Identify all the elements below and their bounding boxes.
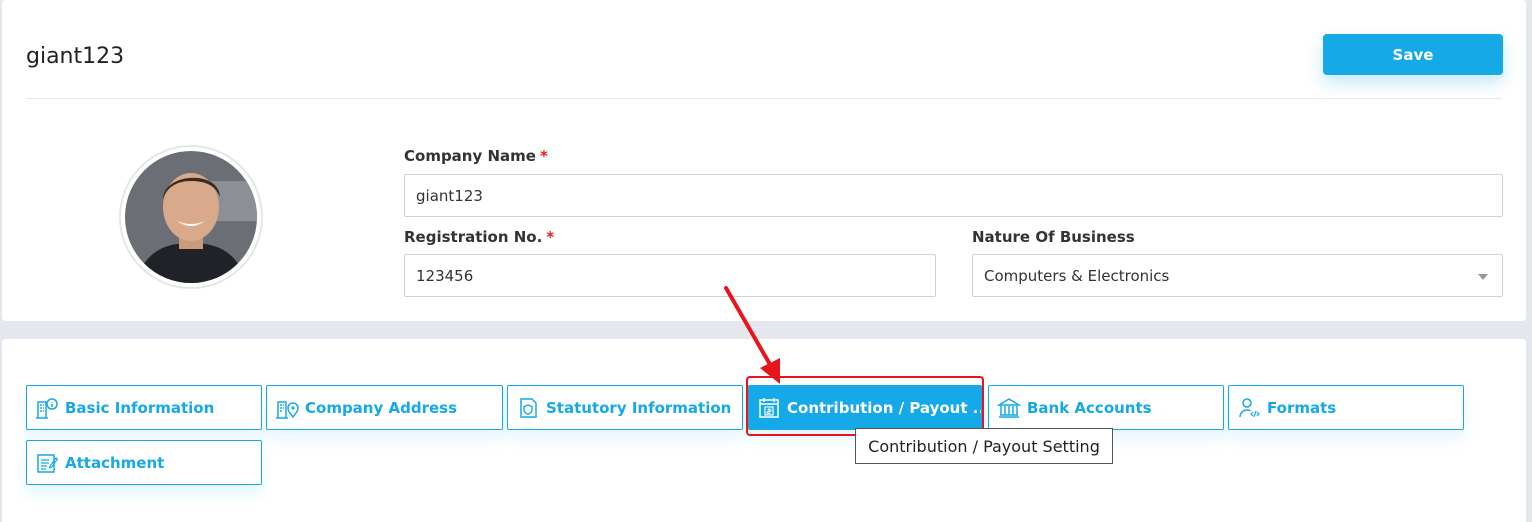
registration-no-input[interactable]: 123456	[404, 254, 936, 297]
tab-tooltip: Contribution / Payout Setting	[855, 428, 1113, 464]
tab-basic-information[interactable]: Basic Information	[26, 385, 262, 430]
document-edit-icon	[37, 453, 59, 473]
tab-label: Basic Information	[65, 398, 215, 417]
company-name-label: Company Name *	[404, 147, 548, 165]
nature-of-business-label: Nature Of Business	[972, 228, 1135, 246]
tab-label: Formats	[1267, 398, 1337, 417]
annotation-arrow-icon	[724, 286, 780, 384]
page-title: giant123	[26, 44, 125, 69]
tab-label: Company Address	[305, 398, 457, 417]
required-mark: *	[539, 147, 548, 165]
tab-label: Statutory Information	[546, 398, 732, 417]
tab-label: Attachment	[65, 453, 165, 472]
company-avatar[interactable]	[119, 145, 263, 289]
company-name-input[interactable]: giant123	[404, 174, 1503, 217]
nature-of-business-value: Computers & Electronics	[984, 266, 1170, 285]
registration-no-label: Registration No. *	[404, 228, 555, 246]
chevron-down-icon[interactable]	[1478, 274, 1488, 280]
tab-statutory-information[interactable]: Statutory Information	[507, 385, 743, 430]
building-info-icon	[36, 397, 58, 419]
shield-document-icon	[520, 397, 537, 418]
tab-formats[interactable]: Formats	[1228, 385, 1464, 430]
avatar-photo	[125, 151, 257, 283]
tab-label: Bank Accounts	[1027, 398, 1152, 417]
tab-bank-accounts[interactable]: Bank Accounts	[988, 385, 1224, 430]
header-divider	[26, 98, 1502, 99]
tab-attachment[interactable]: Attachment	[26, 440, 262, 485]
bank-icon	[997, 397, 1021, 418]
save-button[interactable]: Save	[1323, 34, 1503, 75]
user-code-icon	[1239, 397, 1260, 417]
nature-of-business-select[interactable]: Computers & Electronics	[972, 254, 1503, 297]
required-mark: *	[546, 228, 555, 246]
tab-company-address[interactable]: Company Address	[266, 385, 503, 430]
building-location-icon	[276, 400, 299, 419]
